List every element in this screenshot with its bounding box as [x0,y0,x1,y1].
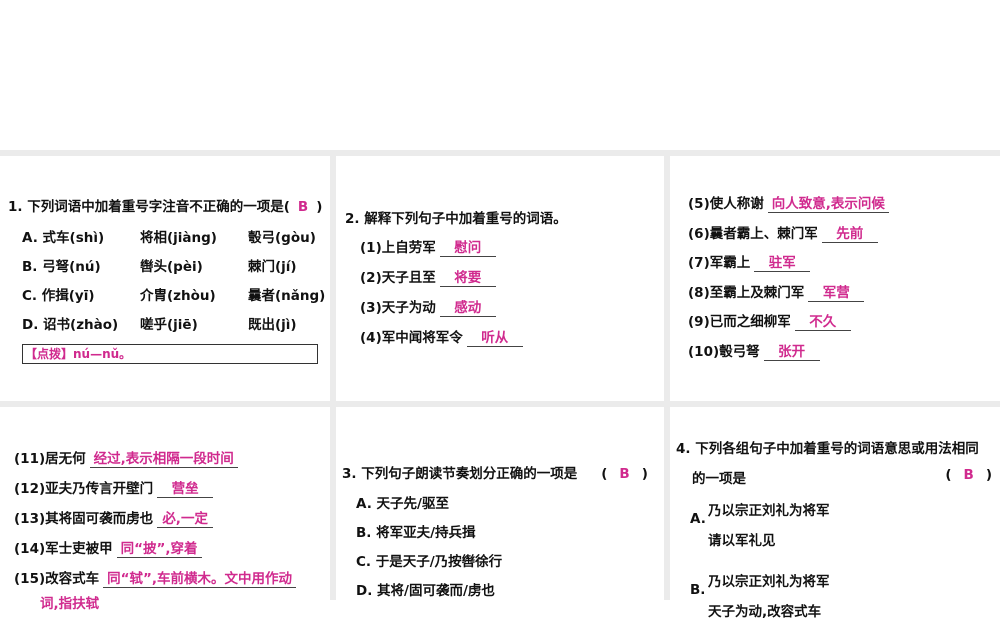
vocab-question: (12)亚夫乃传言开壁门 [14,481,154,497]
vocab-question: (13)其将固可袭而虏也 [14,511,154,527]
vocab-answer: 营垒 [157,477,214,498]
vocab-answer: 向人致意,表示问候 [767,192,889,213]
option-line: 乃以宗正刘礼为将军 [708,503,830,519]
vocab-question: (4)军中闻将军令 [360,330,463,346]
vocab-question: (5)使人称谢 [688,196,764,212]
question-3-title: 3. 下列句子朗读节奏划分正确的一项是(B) [342,466,648,482]
vocab-item: (4)军中闻将军令 听从 [360,326,523,347]
vocab-item: (14)军士吏被甲 同“披”,穿着 [14,537,202,558]
vocab-answer: 先前 [821,222,878,243]
option: B. 将军亚夫/持兵揖 [356,525,476,541]
vocab-item: (15)改容式车 同“轼”,车前横木。文中用作动 [14,567,297,588]
divider [0,150,1000,156]
option-cell: 彀弓(gòu) [248,230,316,246]
option-line: 天子为动,改容式车 [708,604,822,620]
option-cell: 棘门(jí) [248,259,297,275]
option-cell: 曩者(nǎng) [248,288,326,304]
divider [330,150,336,600]
question-4-title: 4. 下列各组句子中加着重号的词语意思或用法相同 [676,441,979,457]
vocab-answer: 同“轼”,车前横木。文中用作动 [103,567,297,588]
vocab-item: (13)其将固可袭而虏也 必,一定 [14,507,214,528]
answer: B [963,467,974,483]
vocab-question: (10)彀弓弩 [688,343,760,360]
vocab-item: (8)至霸上及棘门军 军营 [688,281,865,302]
title-text: 3. 下列句子朗读节奏划分正确的一项是 [342,466,578,482]
option-line: 请以军礼见 [708,533,776,549]
option-cell: D. 诏书(zhào) [22,317,119,333]
answer: B [297,199,309,215]
vocab-item: (7)军霸上 驻军 [688,251,811,272]
vocab-question: (9)已而之细柳军 [688,314,791,330]
vocab-question: (6)曩者霸上、棘门军 [688,225,818,242]
answer-continuation: 词,指扶轼 [40,592,99,612]
vocab-answer: 驻军 [754,251,811,272]
vocab-question: (8)至霸上及棘门军 [688,284,805,301]
answer: B [619,466,630,482]
option-label: A. [690,511,706,527]
title-text: 1. 下列词语中加着重号字注音不正确的一项是( [8,199,290,215]
vocab-item: (11)居无何 经过,表示相隔一段时间 [14,447,238,468]
vocab-item: (3)天子为动 感动 [360,296,496,317]
vocab-question: (15)改容式车 [14,571,100,587]
vocab-answer: 同“披”,穿着 [116,537,202,558]
vocab-question: (2)天子且至 [360,270,436,286]
option: D. 其将/固可袭而/虏也 [356,583,495,599]
hint-box: 【点拨】nú—nǔ。 [22,344,318,364]
option-line: 乃以宗正刘礼为将军 [708,574,830,590]
vocab-question: (3)天子为动 [360,300,436,316]
vocab-answer: 慰问 [439,236,496,257]
vocab-question: (7)军霸上 [688,255,751,271]
option-cell: A. 式车(shì) [22,230,105,246]
vocab-item: (1)上自劳军 慰问 [360,236,496,257]
vocab-answer: 张开 [763,340,820,361]
divider [664,150,670,600]
vocab-item: (10)彀弓弩 张开 [688,340,820,361]
question-1-title: 1. 下列词语中加着重号字注音不正确的一项是( B) [8,195,322,215]
vocab-answer: 必,一定 [157,507,214,528]
vocab-question: (1)上自劳军 [360,240,436,256]
option-cell: B. 弓弩(nú) [22,259,101,275]
title-text: 的一项是 [692,471,746,487]
vocab-question: (11)居无何 [14,451,86,467]
vocab-answer: 将要 [439,266,496,287]
option: A. 天子先/驱至 [356,496,449,512]
answer-text: 词,指扶轼 [40,596,100,612]
vocab-answer: 军营 [808,281,865,302]
vocab-answer: 不久 [794,310,851,331]
vocab-item: (12)亚夫乃传言开壁门 营垒 [14,477,214,498]
question-2-title: 2. 解释下列句子中加着重号的词语。 [345,211,567,227]
vocab-item: (2)天子且至 将要 [360,266,496,287]
option-cell: 介胄(zhòu) [140,288,216,304]
vocab-answer: 感动 [439,296,496,317]
vocab-item: (5)使人称谢 向人致意,表示问候 [688,192,889,213]
vocab-item: (6)曩者霸上、棘门军 先前 [688,222,878,243]
option-cell: 辔头(pèi) [140,259,203,275]
option-cell: 将相(jiàng) [140,230,217,246]
option-label: B. [690,582,706,598]
vocab-question: (14)军士吏被甲 [14,541,113,557]
vocab-answer: 听从 [466,326,523,347]
vocab-answer: 经过,表示相隔一段时间 [89,447,238,468]
option-cell: C. 作揖(yī) [22,288,95,304]
question-4-title-cont: 的一项是(B) [692,467,992,487]
vocab-item: (9)已而之细柳军 不久 [688,310,851,331]
option-cell: 嗟乎(jiē) [140,317,198,333]
paren: ) [316,199,323,215]
option-cell: 既出(jì) [248,317,297,333]
option: C. 于是天子/乃按辔徐行 [356,554,503,570]
divider [0,401,1000,407]
